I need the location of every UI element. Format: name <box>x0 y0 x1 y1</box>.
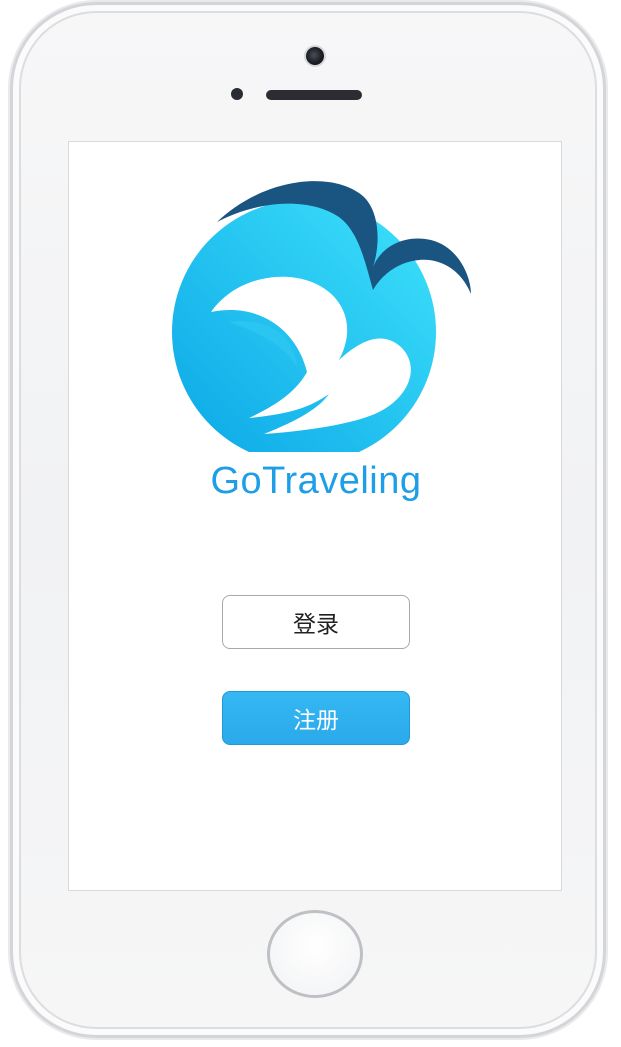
earpiece-speaker <box>266 90 362 100</box>
app-screen: GoTraveling 登录 注册 <box>68 141 562 891</box>
home-button[interactable] <box>267 910 363 998</box>
app-title: GoTraveling <box>210 460 422 502</box>
front-camera-icon <box>306 47 324 65</box>
wave-and-bird-logo <box>172 181 471 452</box>
login-button[interactable]: 登录 <box>222 595 410 649</box>
register-button[interactable]: 注册 <box>222 691 410 745</box>
phone-mockup: GoTraveling 登录 注册 <box>0 0 621 1047</box>
proximity-sensor <box>231 88 243 100</box>
